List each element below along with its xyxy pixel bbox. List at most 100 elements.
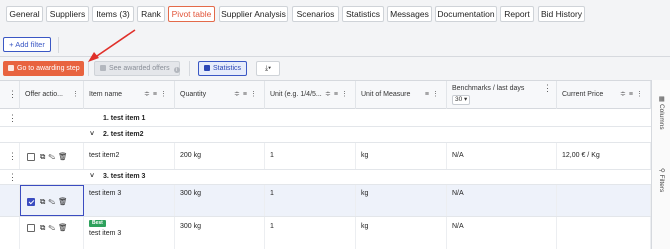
column-offer-actions[interactable]: Offer actio... ⋮ bbox=[20, 81, 84, 109]
side-panel: ▦ Columns ⚲ Filters bbox=[651, 80, 670, 249]
tab-items[interactable]: Items (3) bbox=[92, 6, 134, 22]
more-vert-icon[interactable]: ⋮ bbox=[72, 90, 79, 99]
benchmark-value: N/A bbox=[452, 152, 464, 159]
tab-bar: General Suppliers Items (3) Rank Pivot t… bbox=[0, 0, 670, 30]
tab-supplier-analysis[interactable]: Supplier Analysis bbox=[219, 6, 288, 22]
benchmark-value: N/A bbox=[452, 190, 464, 197]
current-price-value: 12,00 € / Kg bbox=[562, 152, 600, 159]
tab-bid-history[interactable]: Bid History bbox=[538, 6, 585, 22]
tab-statistics[interactable]: Statistics bbox=[342, 6, 384, 22]
benchmark-days-select[interactable]: 30 ▾ bbox=[452, 95, 470, 105]
quantity-cell: 300 kg bbox=[175, 185, 265, 216]
item-name-cell: test item 3 bbox=[84, 185, 175, 216]
row-menu-icon[interactable]: ⋮ bbox=[8, 173, 17, 182]
column-current-price[interactable]: Current Price ≑≡⋮ bbox=[557, 81, 651, 109]
tab-general[interactable]: General bbox=[6, 6, 43, 22]
tab-suppliers[interactable]: Suppliers bbox=[46, 6, 89, 22]
offer-actions-cell: ⧉✎🗑 bbox=[20, 143, 84, 169]
pivot-grid: ⋮ Offer actio... ⋮ Item name ≑≡⋮ Quantit… bbox=[0, 80, 670, 249]
unit-cell: 1 bbox=[265, 143, 356, 169]
row-menu-cell bbox=[0, 217, 20, 249]
row-menu-icon[interactable]: ⋮ bbox=[8, 114, 17, 123]
column-unit-of-measure[interactable]: Unit of Measure ≡⋮ bbox=[356, 81, 447, 109]
row-action-icons[interactable]: ⧉✎🗑 bbox=[40, 197, 71, 207]
column-unit[interactable]: Unit (e.g. 1/4/5... ≑≡⋮ bbox=[265, 81, 356, 109]
more-vert-icon[interactable]: ⋮ bbox=[8, 90, 17, 99]
benchmark-cell: N/A bbox=[447, 143, 557, 169]
download-dropdown-button[interactable]: ⤓▾ bbox=[256, 61, 280, 76]
filters-label: Filters bbox=[658, 174, 665, 193]
uom-value: kg bbox=[361, 223, 369, 230]
group-row[interactable]: ⋮ ˅ 3. test item 3 bbox=[0, 170, 651, 185]
current-price-cell bbox=[557, 185, 651, 216]
filter-sort-icons[interactable]: ≑≡⋮ bbox=[620, 90, 646, 98]
row-checkbox[interactable] bbox=[27, 224, 35, 232]
header-menu-cell[interactable]: ⋮ bbox=[0, 81, 20, 109]
item-name: test item 3 bbox=[89, 230, 122, 237]
row-checkbox[interactable] bbox=[27, 198, 35, 206]
row-menu-icon[interactable]: ⋮ bbox=[8, 152, 17, 161]
filter-sort-icons[interactable]: ≑≡⋮ bbox=[325, 90, 351, 98]
unit-value: 1 bbox=[270, 190, 274, 197]
benchmark-cell: N/A bbox=[447, 185, 557, 216]
column-uom-label: Unit of Measure bbox=[361, 91, 411, 98]
tab-pivot-table[interactable]: Pivot table bbox=[168, 6, 215, 22]
add-filter-button[interactable]: + Add filter bbox=[3, 37, 51, 52]
item-name-cell: test item2 bbox=[84, 143, 175, 169]
unit-cell: 1 bbox=[265, 217, 356, 249]
unit-cell: 1 bbox=[265, 185, 356, 216]
table-row[interactable]: ⧉✎🗑 test item 3 300 kg 1 kg N/A bbox=[0, 185, 651, 217]
chevron-down-icon[interactable]: ˅ bbox=[90, 173, 94, 180]
more-vert-icon[interactable]: ⋮ bbox=[543, 84, 552, 93]
current-price-cell bbox=[557, 217, 651, 249]
tab-documentation[interactable]: Documentation bbox=[435, 6, 497, 22]
uom-value: kg bbox=[361, 152, 369, 159]
group-row[interactable]: ˅ 2. test item2 bbox=[0, 127, 651, 143]
chevron-down-icon[interactable]: ˅ bbox=[90, 131, 94, 138]
uom-cell: kg bbox=[356, 143, 447, 169]
column-unit-label: Unit (e.g. 1/4/5... bbox=[270, 91, 322, 98]
column-benchmarks-label: Benchmarks / last days bbox=[452, 85, 525, 92]
group-label: 2. test item2 bbox=[103, 131, 144, 138]
group-row[interactable]: ⋮ 1. test item 1 bbox=[0, 109, 651, 127]
column-offer-actions-label: Offer actio... bbox=[25, 91, 63, 98]
button-divider-2 bbox=[189, 61, 190, 76]
statistics-button[interactable]: Statistics bbox=[198, 61, 247, 76]
quantity-cell: 300 kg bbox=[175, 217, 265, 249]
column-quantity[interactable]: Quantity ≑≡⋮ bbox=[175, 81, 265, 109]
award-icon bbox=[8, 64, 14, 71]
tab-messages[interactable]: Messages bbox=[387, 6, 432, 22]
column-current-price-label: Current Price bbox=[562, 91, 604, 98]
tab-rank[interactable]: Rank bbox=[137, 6, 165, 22]
row-checkbox[interactable] bbox=[27, 153, 35, 161]
columns-label: Columns bbox=[658, 103, 665, 130]
offer-actions-cell: ⧉✎🗑 bbox=[20, 185, 84, 216]
toolbar-divider bbox=[58, 37, 59, 53]
tab-report[interactable]: Report bbox=[500, 6, 534, 22]
row-menu-cell bbox=[0, 185, 20, 216]
filters-panel-toggle[interactable]: ⚲ Filters bbox=[658, 168, 666, 192]
filter-sort-icons[interactable]: ≡⋮ bbox=[425, 90, 442, 98]
award-label: Go to awarding step bbox=[17, 65, 80, 72]
filter-sort-icons[interactable]: ≑≡⋮ bbox=[234, 90, 260, 98]
column-item-name[interactable]: Item name ≑≡⋮ bbox=[84, 81, 175, 109]
see-awarded-offers-button[interactable]: See awarded offers i bbox=[94, 61, 180, 76]
group-label: 1. test item 1 bbox=[103, 115, 146, 122]
go-to-awarding-step-button[interactable]: Go to awarding step bbox=[3, 61, 84, 76]
column-benchmarks[interactable]: Benchmarks / last days ⋮ 30 ▾ bbox=[447, 81, 557, 109]
row-action-icons[interactable]: ⧉✎🗑 bbox=[40, 223, 71, 233]
table-row[interactable]: ⧉✎🗑 Best test item 3 300 kg 1 kg N/A bbox=[0, 217, 651, 249]
item-name: test item2 bbox=[89, 152, 120, 159]
current-price-cell: 12,00 € / Kg bbox=[557, 143, 651, 169]
button-divider bbox=[88, 61, 89, 76]
quantity-cell: 200 kg bbox=[175, 143, 265, 169]
unit-value: 1 bbox=[270, 223, 274, 230]
best-badge: Best bbox=[89, 220, 106, 227]
columns-panel-toggle[interactable]: ▦ Columns bbox=[658, 96, 666, 130]
offer-actions-cell: ⧉✎🗑 bbox=[20, 217, 84, 249]
row-action-icons[interactable]: ⧉✎🗑 bbox=[40, 152, 71, 162]
table-row[interactable]: ⋮ ⧉✎🗑 test item2 200 kg 1 kg N/A 12,00 €… bbox=[0, 143, 651, 170]
group-label: 3. test item 3 bbox=[103, 173, 146, 180]
tab-scenarios[interactable]: Scenarios bbox=[292, 6, 339, 22]
filter-sort-icons[interactable]: ≑≡⋮ bbox=[144, 90, 170, 98]
